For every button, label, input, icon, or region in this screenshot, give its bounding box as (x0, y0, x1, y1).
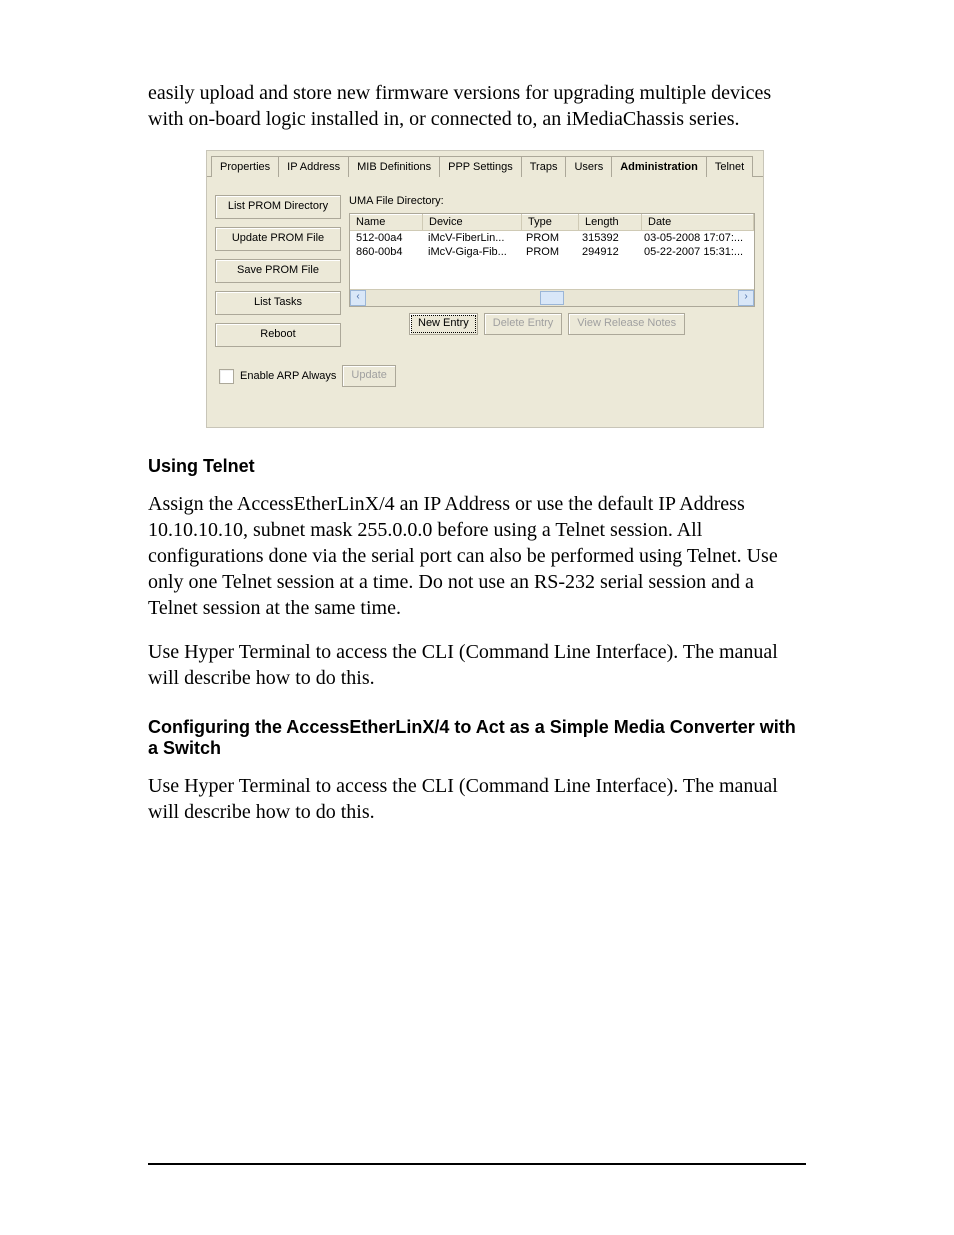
horizontal-scrollbar[interactable]: ‹ › (350, 289, 754, 306)
telnet-paragraph-2: Use Hyper Terminal to access the CLI (Co… (148, 639, 806, 691)
cell-type: PROM (520, 231, 576, 245)
uma-file-listview[interactable]: Name Device Type Length Date 512-00a4 iM… (349, 213, 755, 307)
tab-administration[interactable]: Administration (611, 156, 707, 177)
enable-arp-row: Enable ARP Always Update (207, 355, 763, 387)
cell-device: iMcV-Giga-Fib... (422, 245, 520, 259)
cell-type: PROM (520, 245, 576, 259)
enable-arp-checkbox[interactable] (219, 369, 234, 384)
list-prom-directory-button[interactable]: List PROM Directory (215, 195, 341, 219)
scroll-thumb[interactable] (540, 291, 564, 305)
table-row[interactable]: 860-00b4 iMcV-Giga-Fib... PROM 294912 05… (350, 245, 754, 259)
save-prom-file-button[interactable]: Save PROM File (215, 259, 341, 283)
using-telnet-heading: Using Telnet (148, 456, 806, 477)
listview-action-row: New Entry Delete Entry View Release Note… (409, 313, 755, 335)
col-name[interactable]: Name (350, 214, 423, 230)
uma-directory-label: UMA File Directory: (349, 195, 755, 207)
cell-name: 512-00a4 (350, 231, 422, 245)
col-date[interactable]: Date (642, 214, 754, 230)
update-button[interactable]: Update (342, 365, 395, 387)
config-heading: Configuring the AccessEtherLinX/4 to Act… (148, 717, 806, 759)
reboot-button[interactable]: Reboot (215, 323, 341, 347)
col-device[interactable]: Device (423, 214, 522, 230)
cell-device: iMcV-FiberLin... (422, 231, 520, 245)
tab-body: List PROM Directory Update PROM File Sav… (207, 177, 763, 355)
tab-ppp-settings[interactable]: PPP Settings (439, 156, 522, 177)
scroll-right-icon[interactable]: › (738, 290, 754, 306)
list-tasks-button[interactable]: List Tasks (215, 291, 341, 315)
col-length[interactable]: Length (579, 214, 642, 230)
view-release-notes-button[interactable]: View Release Notes (568, 313, 685, 335)
delete-entry-button[interactable]: Delete Entry (484, 313, 563, 335)
telnet-paragraph-1: Assign the AccessEtherLinX/4 an IP Addre… (148, 491, 806, 621)
cell-date: 03-05-2008 17:07:... (638, 231, 754, 245)
tab-properties[interactable]: Properties (211, 156, 279, 177)
document-page: easily upload and store new firmware ver… (0, 0, 954, 1235)
tab-mib-definitions[interactable]: MIB Definitions (348, 156, 440, 177)
left-button-column: List PROM Directory Update PROM File Sav… (215, 195, 341, 347)
update-prom-file-button[interactable]: Update PROM File (215, 227, 341, 251)
enable-arp-label: Enable ARP Always (240, 370, 336, 382)
tab-users[interactable]: Users (565, 156, 612, 177)
uma-panel: UMA File Directory: Name Device Type Len… (349, 195, 755, 347)
tab-traps[interactable]: Traps (521, 156, 567, 177)
cell-name: 860-00b4 (350, 245, 422, 259)
tab-telnet[interactable]: Telnet (706, 156, 753, 177)
cell-length: 294912 (576, 245, 638, 259)
config-paragraph-1: Use Hyper Terminal to access the CLI (Co… (148, 773, 806, 825)
intro-paragraph: easily upload and store new firmware ver… (148, 80, 806, 132)
footer-rule (148, 1163, 806, 1165)
listview-header: Name Device Type Length Date (350, 214, 754, 231)
tab-ip-address[interactable]: IP Address (278, 156, 349, 177)
tab-strip: Properties IP Address MIB Definitions PP… (207, 151, 763, 177)
new-entry-button[interactable]: New Entry (409, 313, 478, 335)
table-row[interactable]: 512-00a4 iMcV-FiberLin... PROM 315392 03… (350, 231, 754, 245)
cell-date: 05-22-2007 15:31:... (638, 245, 754, 259)
admin-screenshot: Properties IP Address MIB Definitions PP… (206, 150, 764, 428)
scroll-left-icon[interactable]: ‹ (350, 290, 366, 306)
col-type[interactable]: Type (522, 214, 579, 230)
cell-length: 315392 (576, 231, 638, 245)
